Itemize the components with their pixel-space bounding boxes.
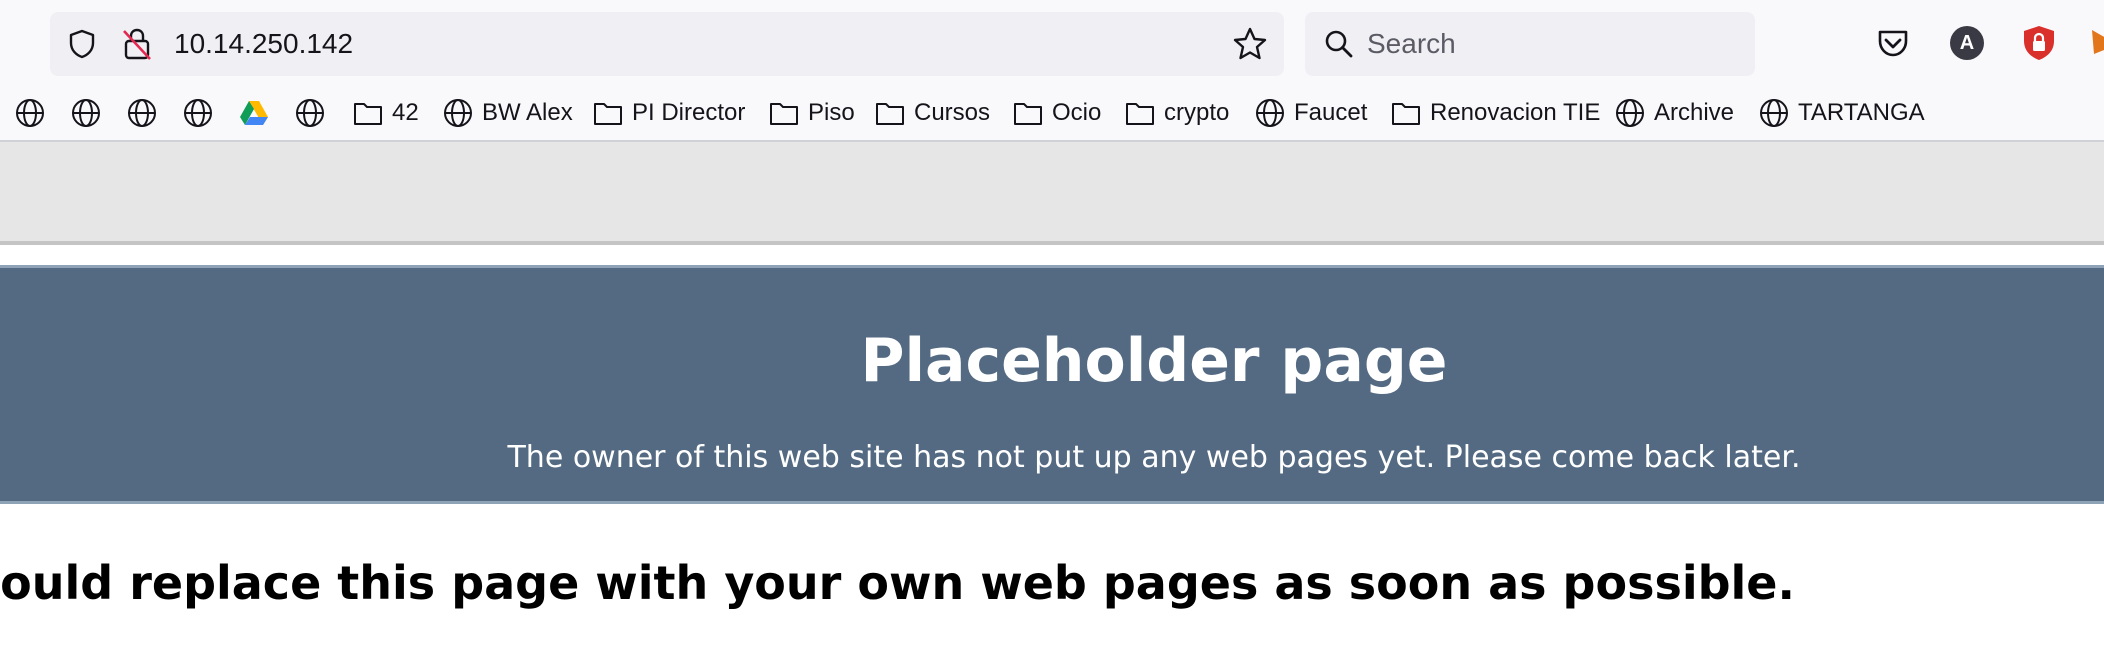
- folder-icon: [1126, 103, 1154, 125]
- account-initial: A: [1959, 32, 1975, 54]
- bookmark-label: Archive: [1654, 99, 1735, 126]
- page-heading: Placeholder page: [860, 326, 1448, 396]
- search-icon: [1325, 30, 1353, 58]
- globe-icon: [296, 99, 324, 127]
- bookmark-folder-ocio[interactable]: Ocio: [1012, 96, 1101, 130]
- page-subheading: The owner of this web site has not put u…: [507, 440, 1801, 475]
- folder-icon: [876, 103, 904, 125]
- bookmark-site[interactable]: [70, 96, 102, 130]
- globe-icon: [1256, 99, 1284, 127]
- globe-icon: [72, 99, 100, 127]
- folder-icon: [1014, 103, 1042, 125]
- bookmark-site[interactable]: [294, 96, 326, 130]
- bookmark-site[interactable]: [126, 96, 158, 130]
- bookmark-folder-renovacion-tie[interactable]: Renovacion TIE: [1390, 96, 1600, 130]
- page-body-text: should replace this page with your own w…: [0, 556, 1795, 610]
- globe-icon: [1616, 99, 1644, 127]
- url-text[interactable]: 10.14.250.142: [174, 28, 353, 60]
- bookmark-bw-alex[interactable]: BW Alex: [442, 96, 573, 130]
- bookmark-label: 42: [392, 99, 419, 126]
- folder-icon: [1392, 103, 1420, 125]
- globe-icon: [16, 99, 44, 127]
- bookmarks-toolbar: 42 BW Alex PI Director Piso Cursos Ocio …: [0, 86, 2104, 142]
- folder-icon: [770, 103, 798, 125]
- account-icon[interactable]: A: [1948, 24, 1986, 62]
- folder-icon: [354, 103, 382, 125]
- globe-icon: [1760, 99, 1788, 127]
- bookmark-label: Renovacion TIE: [1430, 99, 1601, 126]
- globe-icon: [444, 99, 472, 127]
- page-content: Placeholder page The owner of this web s…: [0, 245, 2104, 650]
- bookmark-star-icon[interactable]: [1232, 26, 1268, 62]
- bookmark-folder-piso[interactable]: Piso: [768, 96, 855, 130]
- address-bar[interactable]: 10.14.250.142: [50, 12, 1284, 76]
- pocket-icon[interactable]: [1874, 24, 1912, 62]
- bookmark-tartanga[interactable]: TARTANGA: [1758, 96, 1925, 130]
- bookmark-archive[interactable]: Archive: [1614, 96, 1734, 130]
- bookmark-folder-crypto[interactable]: crypto: [1124, 96, 1229, 130]
- folder-icon: [594, 103, 622, 125]
- bookmark-folder-cursos[interactable]: Cursos: [874, 96, 990, 130]
- search-bar[interactable]: [1305, 12, 1755, 76]
- bookmark-label: Faucet: [1294, 99, 1368, 126]
- bookmark-label: TARTANGA: [1798, 99, 1925, 126]
- bookmark-label: Cursos: [914, 99, 991, 126]
- extension-metamask-icon[interactable]: [2090, 24, 2104, 62]
- bookmark-label: BW Alex: [482, 99, 573, 126]
- bookmark-folder-pi-director[interactable]: PI Director: [592, 96, 745, 130]
- globe-icon: [128, 99, 156, 127]
- bookmark-label: crypto: [1164, 99, 1230, 126]
- search-input[interactable]: [1367, 26, 1727, 62]
- bookmark-site[interactable]: [182, 96, 214, 130]
- placeholder-banner: Placeholder page The owner of this web s…: [0, 265, 2104, 504]
- bookmark-google-drive[interactable]: [238, 96, 270, 130]
- tracking-protection-shield-icon[interactable]: [66, 28, 98, 60]
- bookmark-faucet[interactable]: Faucet: [1254, 96, 1367, 130]
- bookmark-label: PI Director: [632, 99, 746, 126]
- bookmark-label: Ocio: [1052, 99, 1102, 126]
- google-drive-icon: [240, 101, 268, 125]
- extension-shield-icon[interactable]: [2020, 24, 2058, 62]
- page-top-band: [0, 142, 2104, 245]
- insecure-lock-icon[interactable]: [120, 26, 154, 62]
- globe-icon: [184, 99, 212, 127]
- bookmark-label: Piso: [808, 99, 855, 126]
- browser-toolbar: 10.14.250.142 A: [0, 0, 2104, 86]
- bookmark-folder-42[interactable]: 42: [352, 96, 419, 130]
- bookmark-site[interactable]: [14, 96, 46, 130]
